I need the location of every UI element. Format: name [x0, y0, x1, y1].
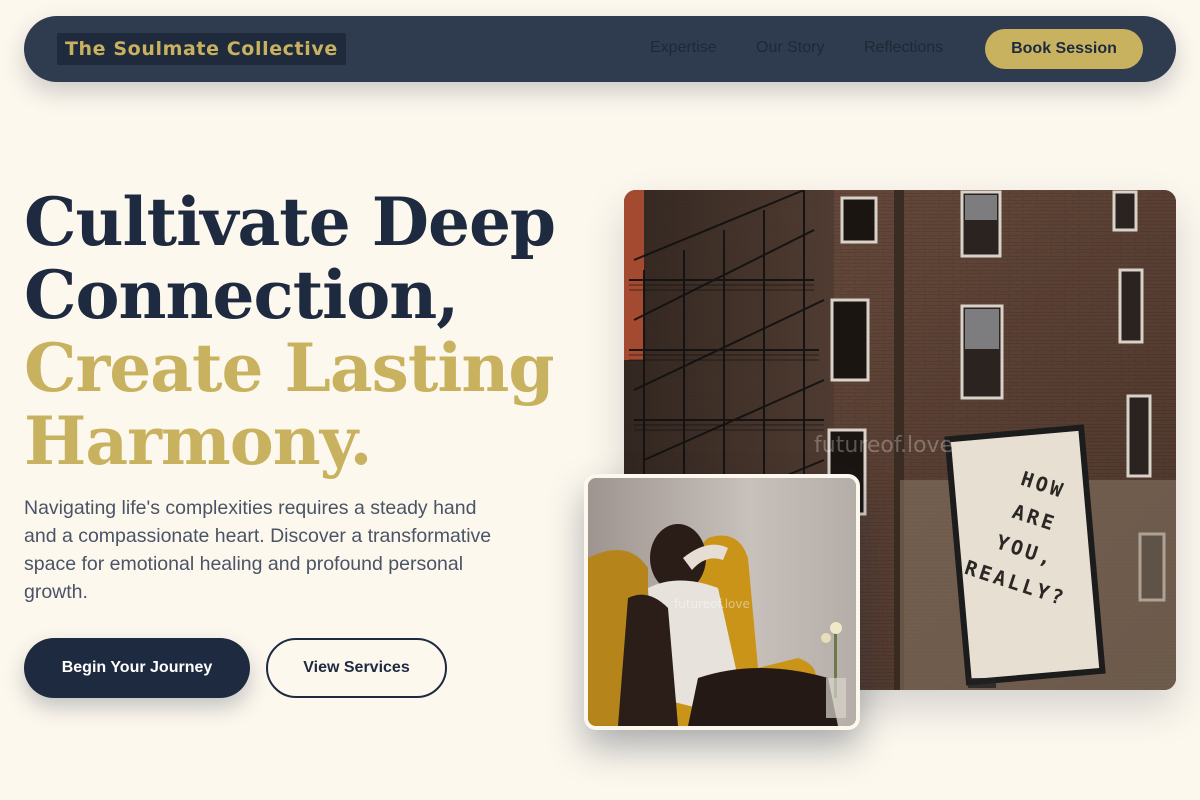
nav-link-reflections[interactable]: Reflections [864, 38, 943, 58]
headline-line-2: Connection, [24, 256, 459, 334]
hero-headline: Cultivate Deep Connection, Create Lastin… [24, 186, 584, 478]
secondary-image-watermark: futureof.love [674, 597, 750, 611]
hero-lead-text: Navigating life's complexities requires … [24, 497, 492, 603]
person-portrait-image: futureof.love [584, 474, 860, 730]
headline-line-1: Cultivate Deep [24, 183, 556, 261]
begin-journey-button[interactable]: Begin Your Journey [24, 638, 250, 698]
view-services-button[interactable]: View Services [266, 638, 447, 698]
top-nav: The Soulmate Collective Expertise Our St… [24, 16, 1176, 82]
nav-link-expertise[interactable]: Expertise [650, 38, 717, 58]
main-image-watermark: futureof.love [814, 433, 953, 458]
book-session-button[interactable]: Book Session [985, 29, 1143, 69]
nav-link-our-story[interactable]: Our Story [756, 38, 824, 58]
headline-line-4: Harmony. [24, 402, 373, 480]
brand-logo[interactable]: The Soulmate Collective [57, 33, 346, 65]
headline-line-3: Create Lasting [24, 329, 555, 407]
